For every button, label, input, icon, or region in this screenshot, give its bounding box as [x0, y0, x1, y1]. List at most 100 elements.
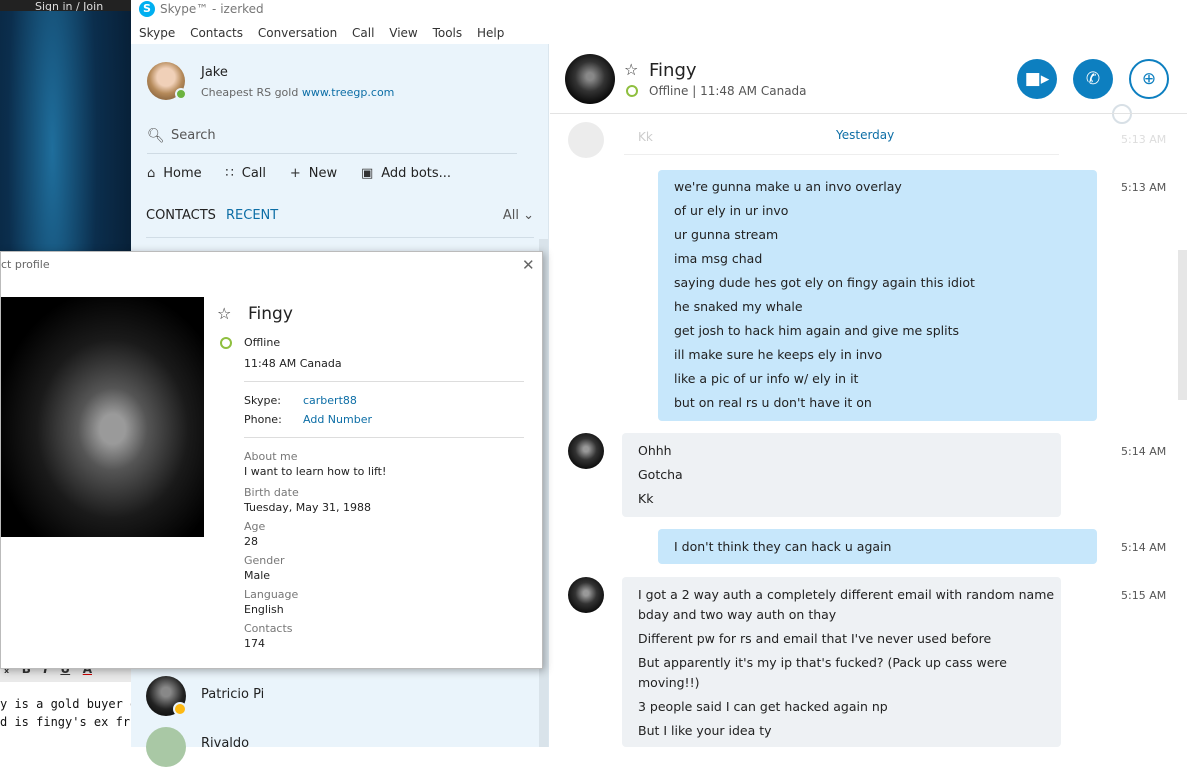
gender-value: Male [244, 569, 271, 582]
message-line: ill make sure he keeps ely in invo [674, 347, 883, 362]
message-line: of ur ely in ur invo [674, 203, 789, 218]
star-icon[interactable]: ☆ [624, 60, 638, 79]
divider [244, 437, 524, 438]
search-input[interactable]: 🔍︎ Search [147, 126, 517, 154]
contact-tabs: CONTACTS RECENT All ⌄ [146, 208, 534, 238]
offline-status-icon [626, 85, 638, 97]
call-button[interactable]: ∷ Call [225, 166, 266, 181]
header-divider [550, 113, 1187, 114]
message-line: like a pic of ur info w/ ely in it [674, 371, 859, 386]
filter-label: All [502, 208, 519, 223]
call-button[interactable]: ✆ [1073, 59, 1113, 99]
message-line: But I like your idea ty [638, 723, 772, 738]
window-title: Skype™ - izerked [160, 2, 264, 16]
avatar[interactable] [146, 727, 186, 767]
profile-name: Fingy [248, 304, 293, 324]
add-people-button[interactable]: ⊕ [1129, 59, 1169, 99]
menu-bar: Skype Contacts Conversation Call View To… [131, 22, 1187, 44]
tab-recent[interactable]: RECENT [226, 208, 278, 223]
message-line: But apparently it's my ip that's fucked?… [638, 655, 1007, 670]
chat-status-text: Offline [649, 84, 689, 98]
skype-label: Skype: [244, 394, 281, 407]
age-value: 28 [244, 535, 258, 548]
faded-message: Kk [638, 130, 653, 144]
message-line: moving!!) [638, 675, 700, 690]
message-line: Gotcha [638, 467, 683, 482]
mood-link[interactable]: www.treegp.com [302, 86, 395, 99]
doc-text-line: y is a gold buyer or [0, 697, 131, 711]
profile-local-time: 11:48 AM Canada [244, 357, 342, 370]
nav-row: ⌂ Home ∷ Call + New ▣ Add bots... [147, 166, 547, 186]
contact-profile-dialog: ct profile ✕ ☆ Fingy Offline 11:48 AM Ca… [0, 251, 543, 669]
add-bots-button[interactable]: ▣ Add bots... [361, 166, 451, 181]
about-value: I want to learn how to lift! [244, 465, 387, 478]
about-label: About me [244, 450, 298, 463]
message-line: Ohhh [638, 443, 672, 458]
search-icon: 🔍︎ [147, 128, 165, 144]
home-label: Home [163, 166, 202, 181]
menu-conversation[interactable]: Conversation [258, 22, 337, 44]
call-label: Call [241, 166, 267, 181]
status-separator: | [692, 84, 697, 98]
my-name[interactable]: Jake [201, 65, 228, 80]
browser-tab[interactable]: Sign in / Join [0, 0, 131, 11]
menu-skype[interactable]: Skype [139, 22, 175, 44]
home-button[interactable]: ⌂ Home [147, 166, 202, 181]
message-line: Kk [638, 491, 654, 506]
menu-tools[interactable]: Tools [433, 22, 463, 44]
message-line: we're gunna make u an invo overlay [674, 179, 902, 194]
close-icon[interactable]: ✕ [522, 256, 535, 274]
add-person-icon: ⊕ [1141, 69, 1157, 89]
message-time: 5:14 AM [1121, 445, 1167, 458]
chevron-down-icon: ⌄ [523, 208, 534, 223]
message-line: he snaked my whale [674, 299, 803, 314]
offline-status-icon [220, 337, 232, 349]
home-icon: ⌂ [147, 166, 156, 181]
message-time: 5:13 AM [1121, 133, 1167, 146]
skype-id-link[interactable]: carbert88 [303, 394, 357, 407]
chat-avatar[interactable] [565, 54, 615, 104]
doc-text-line: d is fingy's ex friend [0, 715, 131, 729]
video-call-button[interactable]: ■▸ [1017, 59, 1057, 99]
browser-tab-label: Sign in / Join [34, 0, 104, 11]
my-mood-message: Cheapest RS gold www.treegp.com [201, 86, 394, 99]
message-line: ima msg chad [674, 251, 763, 266]
star-icon[interactable]: ☆ [217, 304, 231, 323]
contact-name[interactable]: Rivaldo [201, 736, 249, 751]
new-button[interactable]: + New [290, 166, 337, 181]
add-bots-label: Add bots... [381, 166, 452, 181]
bot-icon: ▣ [360, 166, 374, 181]
contacts-label: Contacts [244, 622, 293, 635]
gender-label: Gender [244, 554, 285, 567]
chat-contact-name[interactable]: Fingy [649, 60, 697, 81]
birthdate-label: Birth date [244, 486, 299, 499]
chat-scrollbar[interactable] [1178, 250, 1187, 400]
menu-contacts[interactable]: Contacts [190, 22, 243, 44]
message-time: 5:14 AM [1121, 541, 1167, 554]
avatar [568, 122, 604, 158]
avatar[interactable] [568, 433, 604, 469]
add-number-link[interactable]: Add Number [303, 413, 372, 426]
divider [244, 381, 524, 382]
language-label: Language [244, 588, 299, 601]
message-line: ur gunna stream [674, 227, 779, 242]
avatar[interactable] [568, 577, 604, 613]
away-status-icon [173, 702, 187, 716]
phone-label: Phone: [244, 413, 282, 426]
menu-help[interactable]: Help [477, 22, 504, 44]
menu-view[interactable]: View [389, 22, 417, 44]
online-status-icon [175, 88, 187, 100]
dialpad-icon: ∷ [225, 166, 234, 181]
filter-dropdown[interactable]: All ⌄ [503, 208, 534, 223]
new-label: New [308, 166, 338, 181]
mood-text: Cheapest RS gold [201, 86, 302, 99]
contact-name[interactable]: Patricio Pi [201, 687, 264, 702]
message-bubble-incoming[interactable] [622, 433, 1061, 517]
tab-contacts[interactable]: CONTACTS [146, 208, 216, 223]
menu-call[interactable]: Call [352, 22, 374, 44]
message-line: bday and two way auth on thay [638, 607, 837, 622]
chat-status: Offline | 11:48 AM Canada [649, 84, 807, 98]
video-call-icon: ■▸ [1024, 69, 1050, 89]
skype-logo-icon: S [139, 1, 155, 17]
age-label: Age [244, 520, 266, 533]
